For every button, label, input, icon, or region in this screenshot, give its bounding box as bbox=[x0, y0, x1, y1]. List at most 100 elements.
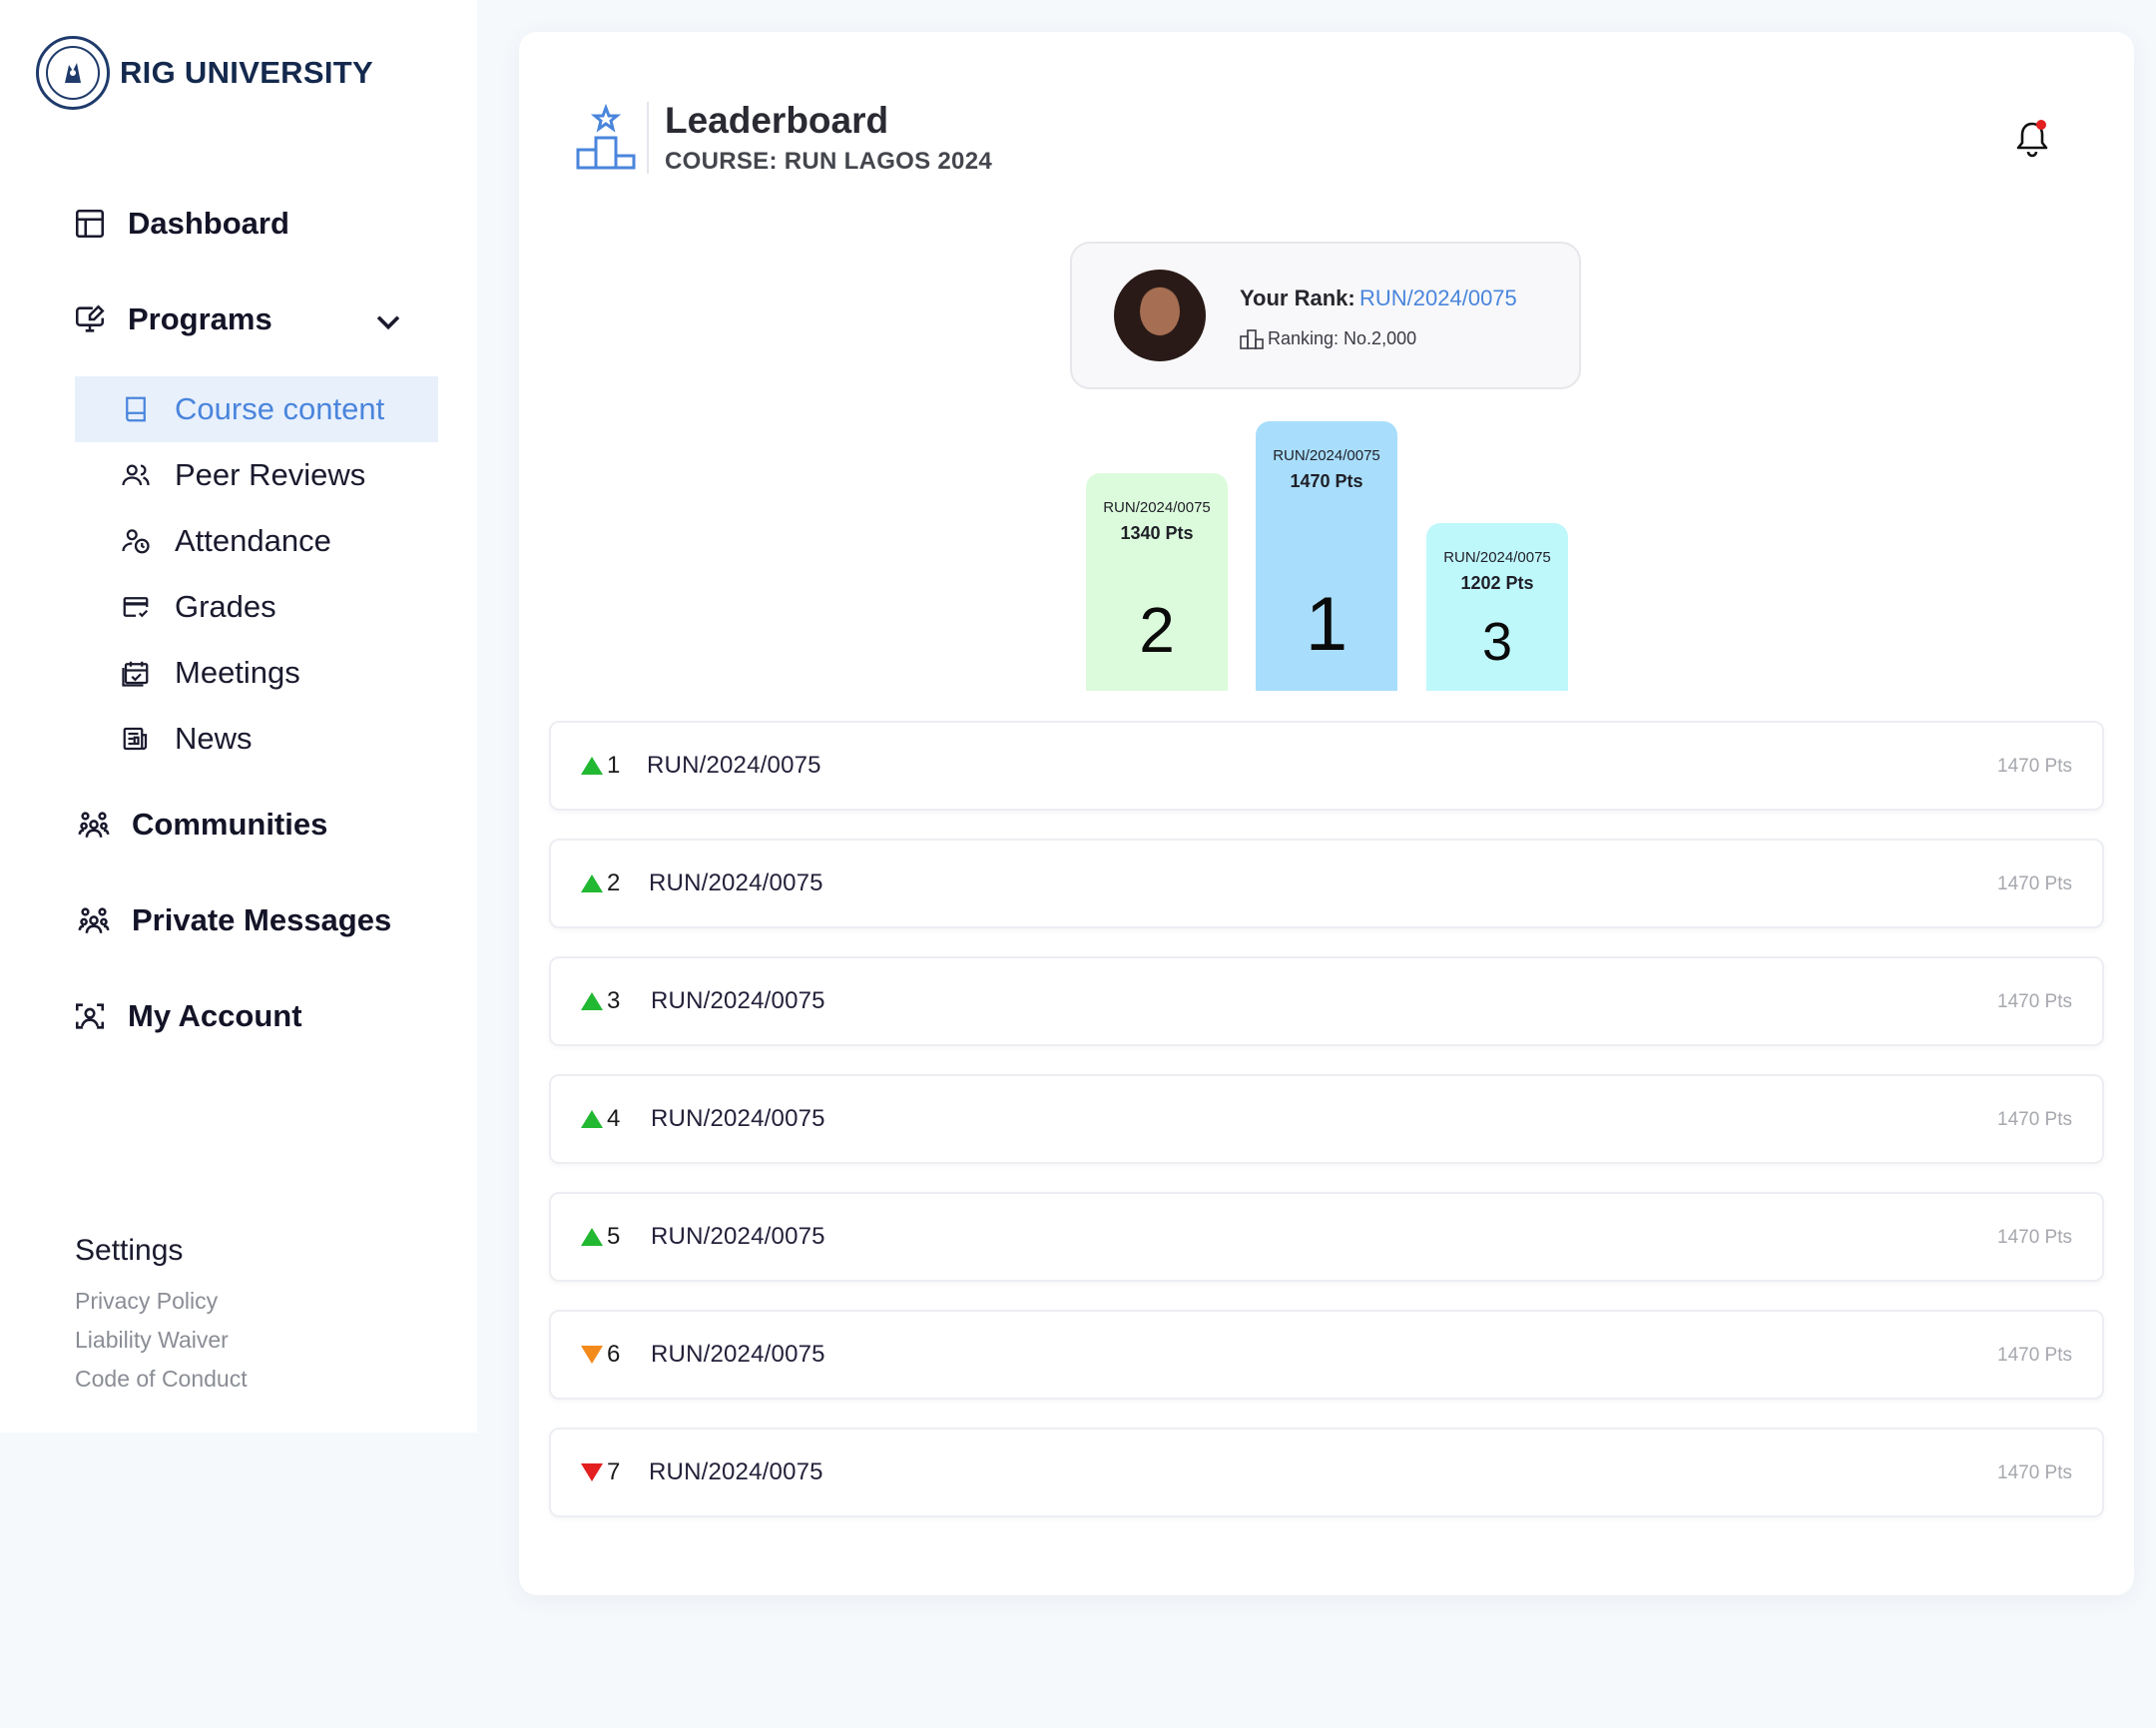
leaderboard-row[interactable]: 5 RUN/2024/0075 1470 Pts bbox=[549, 1192, 2104, 1282]
row-position: 5 bbox=[607, 1223, 621, 1250]
nav-my-account[interactable]: My Account bbox=[72, 998, 302, 1034]
sub-item-label: Course content bbox=[175, 391, 385, 426]
book-icon bbox=[121, 394, 151, 424]
leaderboard-row[interactable]: 4 RUN/2024/0075 1470 Pts bbox=[549, 1074, 2104, 1164]
nav-dashboard-label: Dashboard bbox=[128, 206, 289, 241]
sub-item-label: Peer Reviews bbox=[175, 457, 366, 492]
trend-up-icon bbox=[581, 874, 603, 892]
sub-item-attendance[interactable]: Attendance bbox=[75, 508, 438, 574]
community-icon bbox=[76, 902, 112, 938]
podium-icon bbox=[1240, 329, 1264, 349]
nav-programs[interactable]: Programs bbox=[72, 301, 272, 337]
row-position: 7 bbox=[607, 1458, 621, 1485]
trend-up-icon bbox=[581, 1228, 603, 1246]
newspaper-icon bbox=[121, 724, 151, 754]
settings-title: Settings bbox=[75, 1234, 184, 1267]
leaderboard-row[interactable]: 3 RUN/2024/0075 1470 Pts bbox=[549, 956, 2104, 1046]
row-position: 6 bbox=[607, 1341, 621, 1368]
sidebar: RIG UNIVERSITY Dashboard Programs Course… bbox=[0, 0, 477, 1433]
podium-points: 1340 Pts bbox=[1120, 523, 1194, 543]
avatar[interactable] bbox=[1114, 270, 1206, 361]
sub-item-label: Attendance bbox=[175, 523, 331, 558]
nav-communities-label: Communities bbox=[132, 807, 328, 842]
nav-private-messages-label: Private Messages bbox=[132, 902, 392, 937]
podium-rank: 1 bbox=[1305, 582, 1348, 667]
podium-rank: 3 bbox=[1481, 612, 1513, 672]
podium-rank: 2 bbox=[1139, 594, 1175, 666]
row-id: RUN/2024/0075 bbox=[651, 1105, 825, 1132]
brand[interactable]: RIG UNIVERSITY bbox=[36, 36, 373, 110]
sub-item-grades[interactable]: Grades bbox=[75, 574, 438, 640]
podium-id: RUN/2024/0075 bbox=[1103, 499, 1211, 516]
row-position: 2 bbox=[607, 869, 621, 896]
nav-dashboard[interactable]: Dashboard bbox=[72, 206, 289, 242]
your-rank-value: RUN/2024/0075 bbox=[1359, 286, 1517, 310]
your-rank-card: Your Rank: RUN/2024/0075 Ranking: No.2,0… bbox=[1070, 242, 1581, 389]
liability-waiver-link[interactable]: Liability Waiver bbox=[75, 1327, 229, 1354]
leaderboard-row[interactable]: 7 RUN/2024/0075 1470 Pts bbox=[549, 1428, 2104, 1517]
podium-id: RUN/2024/0075 bbox=[1443, 549, 1551, 566]
privacy-policy-link[interactable]: Privacy Policy bbox=[75, 1288, 218, 1315]
title-divider bbox=[647, 102, 649, 174]
notification-dot bbox=[2036, 120, 2046, 130]
row-id: RUN/2024/0075 bbox=[651, 987, 825, 1014]
community-icon bbox=[76, 807, 112, 843]
ranking-line: Ranking: No.2,000 bbox=[1240, 327, 1416, 349]
podium-star-icon bbox=[576, 104, 636, 170]
user-scan-icon bbox=[72, 998, 108, 1034]
nav-private-messages[interactable]: Private Messages bbox=[76, 902, 391, 938]
chevron-down-icon[interactable] bbox=[371, 304, 405, 338]
user-clock-icon bbox=[121, 526, 151, 556]
sub-item-course-content[interactable]: Course content bbox=[75, 376, 438, 442]
nav-programs-label: Programs bbox=[128, 301, 272, 336]
podium-second[interactable]: RUN/2024/0075 1340 Pts 2 bbox=[1086, 473, 1228, 691]
university-seal-logo bbox=[36, 36, 110, 110]
row-id: RUN/2024/0075 bbox=[649, 869, 823, 896]
monitor-edit-icon bbox=[72, 301, 108, 337]
row-points: 1470 Pts bbox=[1997, 1227, 2072, 1248]
row-points: 1470 Pts bbox=[1997, 991, 2072, 1012]
calendar-check-icon bbox=[121, 658, 151, 688]
nav-my-account-label: My Account bbox=[128, 998, 302, 1033]
row-id: RUN/2024/0075 bbox=[651, 1341, 825, 1368]
row-id: RUN/2024/0075 bbox=[649, 1458, 823, 1485]
leaderboard-row[interactable]: 2 RUN/2024/0075 1470 Pts bbox=[549, 839, 2104, 928]
podium-first[interactable]: RUN/2024/0075 1470 Pts 1 bbox=[1256, 421, 1397, 691]
ranking-text: Ranking: No.2,000 bbox=[1268, 327, 1417, 348]
page-title: Leaderboard bbox=[665, 100, 889, 141]
leaderboard-panel: Leaderboard COURSE: RUN LAGOS 2024 Your … bbox=[519, 32, 2134, 1595]
row-id: RUN/2024/0075 bbox=[647, 752, 821, 779]
sub-item-label: News bbox=[175, 721, 253, 756]
trend-up-icon bbox=[581, 757, 603, 775]
trend-down-icon bbox=[581, 1463, 603, 1481]
sub-item-label: Grades bbox=[175, 589, 276, 624]
trend-up-icon bbox=[581, 992, 603, 1010]
leaderboard-row[interactable]: 1 RUN/2024/0075 1470 Pts bbox=[549, 721, 2104, 811]
podium-id: RUN/2024/0075 bbox=[1273, 447, 1380, 464]
sub-item-label: Meetings bbox=[175, 655, 300, 690]
sub-item-meetings[interactable]: Meetings bbox=[75, 640, 438, 706]
podium-points: 1202 Pts bbox=[1460, 573, 1534, 593]
podium-third[interactable]: RUN/2024/0075 1202 Pts 3 bbox=[1426, 523, 1568, 691]
trend-down-icon bbox=[581, 1346, 603, 1364]
sub-item-peer-reviews[interactable]: Peer Reviews bbox=[75, 442, 438, 508]
row-points: 1470 Pts bbox=[1997, 756, 2072, 777]
brand-name: RIG UNIVERSITY bbox=[120, 55, 373, 90]
layout-icon bbox=[72, 206, 108, 242]
users-icon bbox=[121, 460, 151, 490]
podium-points: 1470 Pts bbox=[1290, 471, 1363, 491]
your-rank-label: Your Rank: bbox=[1240, 286, 1355, 310]
row-points: 1470 Pts bbox=[1997, 873, 2072, 894]
course-subtitle: COURSE: RUN LAGOS 2024 bbox=[665, 148, 992, 175]
row-points: 1470 Pts bbox=[1997, 1345, 2072, 1366]
row-position: 3 bbox=[607, 987, 621, 1014]
row-position: 4 bbox=[607, 1105, 621, 1132]
leaderboard-row[interactable]: 6 RUN/2024/0075 1470 Pts bbox=[549, 1310, 2104, 1400]
notification-bell-icon[interactable] bbox=[2012, 118, 2052, 160]
nav-communities[interactable]: Communities bbox=[76, 807, 327, 843]
card-check-icon bbox=[121, 592, 151, 622]
code-of-conduct-link[interactable]: Code of Conduct bbox=[75, 1366, 248, 1393]
sub-item-news[interactable]: News bbox=[75, 706, 438, 772]
row-points: 1470 Pts bbox=[1997, 1462, 2072, 1483]
trend-up-icon bbox=[581, 1110, 603, 1128]
